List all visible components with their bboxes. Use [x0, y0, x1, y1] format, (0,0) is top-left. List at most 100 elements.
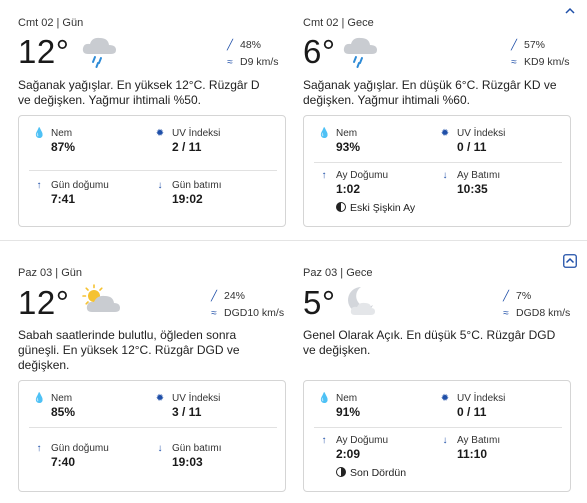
- summary-line: güneşli. En yüksek 12°C. Rüzgâr DGD ve: [18, 343, 240, 357]
- droplet-icon: 💧: [318, 393, 331, 404]
- wind-value: DGD10 km/s: [224, 307, 285, 319]
- sunrise-icon: ↑: [36, 443, 42, 454]
- precip-value: 7%: [516, 290, 532, 302]
- forecast-summary: Genel Olarak Açık. En düşük 5°C. Rüzgâr …: [303, 328, 578, 358]
- summary-line: değişken.: [18, 358, 70, 372]
- uv-label: UV İndeksi: [457, 393, 506, 404]
- humidity-label: Nem: [336, 128, 358, 139]
- night-panel: Cmt 02 | Gece 6° ╱ 57% ≈ KD9 km/s Sağanak …: [303, 0, 585, 235]
- precip-value: 57%: [524, 39, 546, 51]
- moonrise-value: 2:09: [336, 447, 361, 461]
- moon-phase-label: Eski Şişkin Ay: [350, 202, 416, 214]
- humidity-value: 93%: [336, 140, 361, 154]
- wind-value: D9 km/s: [240, 56, 279, 68]
- moonrise-label: Ay Doğumu: [336, 435, 389, 446]
- sun-icon: ✹: [440, 393, 450, 404]
- summary-line: Sağanak yağışlar. En yüksek 12°C. Rüzgâr…: [18, 78, 260, 92]
- day-panel: Cmt 02 | Gün 12° ╱ 48% ≈ D9 km/s Sağanak y…: [18, 0, 300, 235]
- moon-cloud-icon: [348, 287, 375, 315]
- precip-value: 24%: [224, 290, 246, 302]
- moon-phase-icon: [336, 202, 346, 212]
- sunrise-icon: ↑: [36, 180, 42, 191]
- divider: [29, 427, 277, 428]
- precip-stat: ╱ 57%: [508, 39, 545, 51]
- moonrise-icon: ↑: [321, 435, 327, 446]
- night-panel: Paz 03 | Gece 5° ╱ 7% ≈ DGD8 km/s Genel Ol…: [303, 250, 585, 500]
- sunset-icon: ↓: [157, 180, 163, 191]
- moonset-value: 11:10: [457, 447, 488, 461]
- wind-value: DGD8 km/s: [516, 307, 571, 319]
- precip-value: 48%: [240, 39, 262, 51]
- summary-line: Genel Olarak Açık. En düşük 5°C. Rüzgâr …: [303, 328, 556, 342]
- precip-stat: ╱ 48%: [224, 39, 261, 51]
- summary-line: ve değişken. Yağmur ihtimali %50.: [18, 93, 201, 107]
- uv-value: 0 / 11: [457, 140, 487, 154]
- summary-line: ve değişken.: [303, 343, 371, 357]
- details-card: 💧 Nem 85% ✹ UV İndeksi 3 / 11 ↑ Gün doğu…: [18, 380, 286, 492]
- moonset-label: Ay Batımı: [457, 435, 501, 446]
- precip-stat: ╱ 24%: [208, 290, 245, 302]
- raindrop-icon: ╱: [510, 40, 518, 51]
- sunset-value: 19:03: [172, 455, 203, 469]
- period-label: Cmt 02 | Gün: [18, 17, 84, 29]
- moon-phase: Son Dördün: [336, 467, 406, 479]
- forecast-summary: Sabah saatlerinde bulutlu, öğleden sonra…: [18, 328, 288, 373]
- period-label: Paz 03 | Gün: [18, 267, 83, 279]
- raindrop-icon: ╱: [502, 291, 510, 302]
- sun-icon: ✹: [155, 128, 165, 139]
- moonset-icon: ↓: [442, 435, 448, 446]
- wind-icon: ≈: [511, 57, 517, 68]
- precip-stat: ╱ 7%: [500, 290, 531, 302]
- wind-value: KD9 km/s: [524, 56, 570, 68]
- humidity-value: 87%: [51, 140, 76, 154]
- divider: [314, 162, 562, 163]
- sunrise-value: 7:41: [51, 192, 76, 206]
- sunrise-value: 7:40: [51, 455, 76, 469]
- humidity-label: Nem: [336, 393, 358, 404]
- day-panel: Paz 03 | Gün 12° ╱ 24% ≈ DGD10 km/s Sabah …: [18, 250, 300, 500]
- summary-line: değişken. Yağmur ihtimali %60.: [303, 93, 470, 107]
- temperature: 5°: [303, 284, 336, 321]
- humidity-label: Nem: [51, 128, 73, 139]
- summary-line: Sabah saatlerinde bulutlu, öğleden sonra: [18, 328, 237, 342]
- droplet-icon: 💧: [33, 393, 46, 404]
- period-label: Paz 03 | Gece: [303, 267, 373, 279]
- details-card: 💧 Nem 87% ✹ UV İndeksi 2 / 11 ↑ Gün doğu…: [18, 115, 286, 227]
- droplet-icon: 💧: [318, 128, 331, 139]
- moon-phase-icon: [336, 467, 346, 477]
- divider: [314, 427, 562, 428]
- summary-line: Sağanak yağışlar. En düşük 6°C. Rüzgâr K…: [303, 78, 557, 92]
- rain-cloud-icon: [82, 37, 116, 68]
- wind-stat: ≈ DGD8 km/s: [500, 307, 570, 319]
- temperature: 12°: [18, 284, 70, 321]
- moon-phase: Eski Şişkin Ay: [336, 202, 415, 214]
- wind-stat: ≈ DGD10 km/s: [208, 307, 284, 319]
- wind-stat: ≈ KD9 km/s: [508, 56, 570, 68]
- uv-value: 2 / 11: [172, 140, 202, 154]
- moonrise-label: Ay Doğumu: [336, 170, 389, 181]
- moonrise-value: 1:02: [336, 182, 361, 196]
- wind-icon: ≈: [227, 57, 233, 68]
- forecast-summary: Sağanak yağışlar. En yüksek 12°C. Rüzgâr…: [18, 78, 288, 108]
- moonset-label: Ay Batımı: [457, 170, 501, 181]
- raindrop-icon: ╱: [210, 291, 218, 302]
- sunrise-label: Gün doğumu: [51, 443, 109, 454]
- sunset-label: Gün batımı: [172, 443, 222, 454]
- uv-label: UV İndeksi: [457, 128, 506, 139]
- uv-value: 3 / 11: [172, 405, 202, 419]
- sunset-value: 19:02: [172, 192, 203, 206]
- wind-stat: ≈ D9 km/s: [224, 56, 279, 68]
- sunset-label: Gün batımı: [172, 180, 222, 191]
- details-card: 💧 Nem 93% ✹ UV İndeksi 0 / 11 ↑ Ay Doğum…: [303, 115, 571, 227]
- period-label: Cmt 02 | Gece: [303, 17, 374, 29]
- sun-icon: ✹: [440, 128, 450, 139]
- sun-icon: ✹: [155, 393, 165, 404]
- forecast-summary: Sağanak yağışlar. En düşük 6°C. Rüzgâr K…: [303, 78, 578, 108]
- moon-phase-label: Son Dördün: [350, 467, 407, 479]
- temperature: 6°: [303, 33, 336, 70]
- partly-sunny-icon: [82, 284, 120, 312]
- temperature: 12°: [18, 33, 70, 70]
- section-divider: [0, 240, 587, 241]
- uv-label: UV İndeksi: [172, 128, 221, 139]
- wind-icon: ≈: [211, 308, 217, 319]
